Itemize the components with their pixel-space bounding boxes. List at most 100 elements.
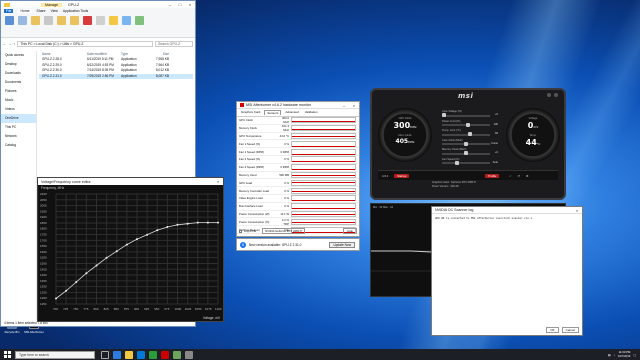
vf-curve-point[interactable]	[55, 297, 57, 300]
move-to-icon[interactable]	[57, 16, 66, 25]
sensor-row[interactable]: Bus Interface Load 0 %	[237, 203, 359, 211]
volume-icon[interactable]: ♪	[613, 353, 614, 357]
nav-item-pictures[interactable]: Pictures	[1, 87, 36, 96]
tab-file[interactable]: File	[4, 9, 14, 13]
sensor-row[interactable]: Fan 2 Speed (RPM) 0 RPM	[237, 164, 359, 172]
slider-handle[interactable]	[442, 113, 446, 117]
vf-curve-point[interactable]	[105, 256, 108, 259]
sensor-row[interactable]: Fan 2 Speed (%) 0 %	[237, 156, 359, 164]
sensor-row[interactable]: Memory Used 590 MB	[237, 171, 359, 180]
sensor-row[interactable]: Power Consumption (%) 4.3 % TDP	[237, 218, 359, 227]
ok-button[interactable]: OK	[546, 327, 559, 333]
notification-icon[interactable]: ▢	[633, 353, 636, 357]
vf-curve-point[interactable]	[125, 243, 128, 246]
slider-track[interactable]	[442, 114, 490, 117]
startup-button[interactable]: Startup	[394, 173, 410, 178]
tab-application-tools[interactable]: Application Tools	[63, 9, 88, 13]
reset-icon[interactable]: ↺	[518, 174, 520, 178]
slider-handle[interactable]	[468, 132, 473, 136]
vf-curve-point[interactable]	[186, 222, 189, 225]
tab-share[interactable]: Share	[37, 9, 46, 13]
nav-item-quick-access[interactable]: Quick access	[1, 51, 36, 60]
slider[interactable]: Power Limit (%) 100	[442, 120, 498, 130]
vf-curve-point[interactable]	[115, 250, 118, 253]
nav-item-documents[interactable]: Documents	[1, 78, 36, 87]
clock[interactable]: 11:00 PM 10/7/2019	[618, 350, 630, 358]
vf-curve-point[interactable]	[65, 289, 68, 292]
paste-icon[interactable]	[31, 16, 40, 25]
back-arrow-icon[interactable]: ←	[3, 42, 6, 46]
tab-home[interactable]: Home	[18, 9, 32, 13]
slider[interactable]: Memory Clock (MHz) +0	[442, 148, 498, 158]
sensor-row[interactable]: GPU Temperature 44.0 °C	[237, 132, 359, 141]
cut-icon[interactable]	[44, 16, 53, 25]
afterburner-taskbar-icon[interactable]	[161, 350, 169, 359]
copy-icon[interactable]	[18, 16, 27, 25]
store-icon[interactable]	[137, 350, 145, 359]
vf-curve-point[interactable]	[75, 281, 78, 283]
minimize-button[interactable]: –	[339, 102, 349, 108]
up-arrow-icon[interactable]: ↑	[14, 42, 16, 46]
select-all-icon[interactable]	[135, 16, 144, 25]
forward-arrow-icon[interactable]: →	[8, 42, 11, 46]
search-input[interactable]: Search GPU-Z	[155, 41, 193, 47]
close-button[interactable]: ×	[185, 1, 195, 8]
vf-curve-point[interactable]	[146, 233, 149, 236]
slider-handle[interactable]	[464, 151, 468, 155]
edge-icon[interactable]	[113, 350, 121, 359]
tab-validation[interactable]: Validation	[303, 110, 320, 115]
copy-to-icon[interactable]	[70, 16, 79, 25]
vf-curve-point[interactable]	[196, 221, 199, 224]
nav-item-catalog[interactable]: Catalog	[1, 141, 36, 150]
tab-graphics-card[interactable]: Graphics Card	[239, 110, 262, 115]
sensor-row[interactable]: Fan 1 Speed (%) 0 %	[237, 140, 359, 149]
app-taskbar-icon[interactable]	[185, 350, 193, 359]
slider[interactable]: Core Voltage (%) +0	[442, 110, 498, 120]
new-folder-icon[interactable]	[109, 16, 118, 25]
network-icon[interactable]: ▤	[608, 353, 611, 357]
gpu-select[interactable]: NVIDIA GeForce RTX 2080 Ti	[262, 228, 306, 234]
sensor-row[interactable]: Memory Controller Load 0 %	[237, 187, 359, 195]
apply-icon[interactable]: ✓	[509, 174, 511, 178]
vf-curve-point[interactable]	[166, 226, 169, 228]
nav-item-downloads[interactable]: Downloads	[1, 69, 36, 78]
file-row-selected[interactable]: GPU-Z.2.31.0 7/25/2019 2:56 PM Applicati…	[39, 73, 193, 79]
tab-view[interactable]: View	[51, 9, 58, 13]
close-button[interactable]: ×	[572, 207, 582, 213]
sensor-row[interactable]: Power Consumption (W) 11.1 W	[237, 210, 359, 219]
cancel-button[interactable]: Cancel	[561, 327, 579, 333]
address-bar[interactable]: This PC > Local Disk (C:) > Utils > GPU-…	[17, 41, 153, 47]
tab-sensors[interactable]: Sensors	[264, 110, 282, 115]
minimize-button[interactable]	[547, 93, 551, 97]
vf-curve-point[interactable]	[136, 238, 138, 241]
slider[interactable]: Fan Speed (%) Auto	[442, 158, 498, 168]
minimize-button[interactable]: –	[165, 1, 175, 8]
hide-button[interactable]: Hide	[343, 228, 357, 234]
properties-icon[interactable]	[122, 16, 131, 25]
close-button[interactable]: ×	[349, 102, 359, 108]
rename-icon[interactable]	[96, 16, 105, 25]
profile-button[interactable]: Profile	[485, 173, 500, 178]
vf-curve-point[interactable]	[206, 221, 209, 224]
close-button[interactable]: ×	[213, 178, 223, 185]
sensor-row[interactable]: GPU Clock 300.0 MHz	[237, 116, 359, 125]
log-to-file-checkbox[interactable]	[239, 229, 242, 233]
excel-icon[interactable]	[149, 350, 157, 359]
task-view-icon[interactable]	[101, 350, 109, 359]
settings-gear-icon[interactable]: ⚙	[526, 174, 529, 178]
nav-item-onedrive[interactable]: OneDrive	[1, 114, 36, 123]
maximize-button[interactable]: □	[175, 1, 185, 8]
vf-curve-point[interactable]	[95, 264, 98, 267]
slider-track[interactable]	[442, 162, 490, 164]
update-now-button[interactable]: Update Now	[329, 241, 355, 248]
vf-curve-point[interactable]	[85, 272, 88, 275]
pin-icon[interactable]	[5, 16, 14, 25]
sensor-row[interactable]: Fan 1 Speed (RPM) 0 RPM	[237, 148, 359, 156]
manage-tab[interactable]: Manage	[41, 2, 62, 7]
vf-curve-point[interactable]	[156, 229, 159, 232]
tab-advanced[interactable]: Advanced	[283, 110, 300, 115]
nav-item-this-pc[interactable]: This PC	[1, 123, 36, 132]
slider[interactable]: Core Clock (MHz) Curve	[442, 139, 498, 149]
vf-curve-point[interactable]	[217, 221, 219, 224]
sensor-row[interactable]: Video Engine Load 0 %	[237, 195, 359, 203]
